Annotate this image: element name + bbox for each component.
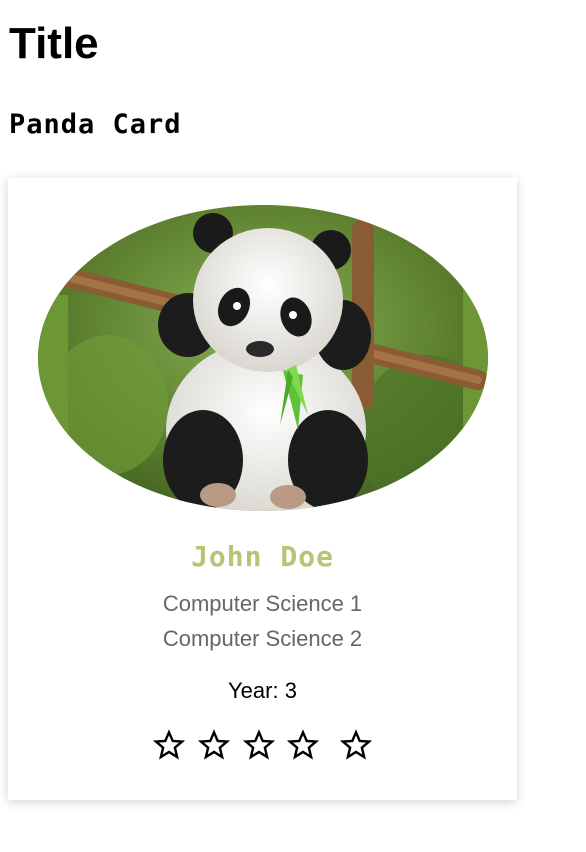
profile-card: John Doe Computer Science 1 Computer Sci… [8,178,517,800]
star-outline-icon[interactable] [287,729,320,761]
card-heading: Panda Card [9,109,182,140]
page-title: Title [9,19,99,68]
person-name: John Doe [191,540,334,573]
star-rating [8,729,517,768]
department-2: Computer Science 2 [162,626,363,651]
department-1: Computer Science 1 [162,591,363,616]
panda-photo [38,205,488,511]
star-outline-icon[interactable] [340,729,373,761]
year-label: Year: 3 [228,678,297,703]
star-outline-icon[interactable] [152,729,185,761]
star-outline-icon[interactable] [197,729,230,761]
star-outline-icon[interactable] [242,729,275,761]
